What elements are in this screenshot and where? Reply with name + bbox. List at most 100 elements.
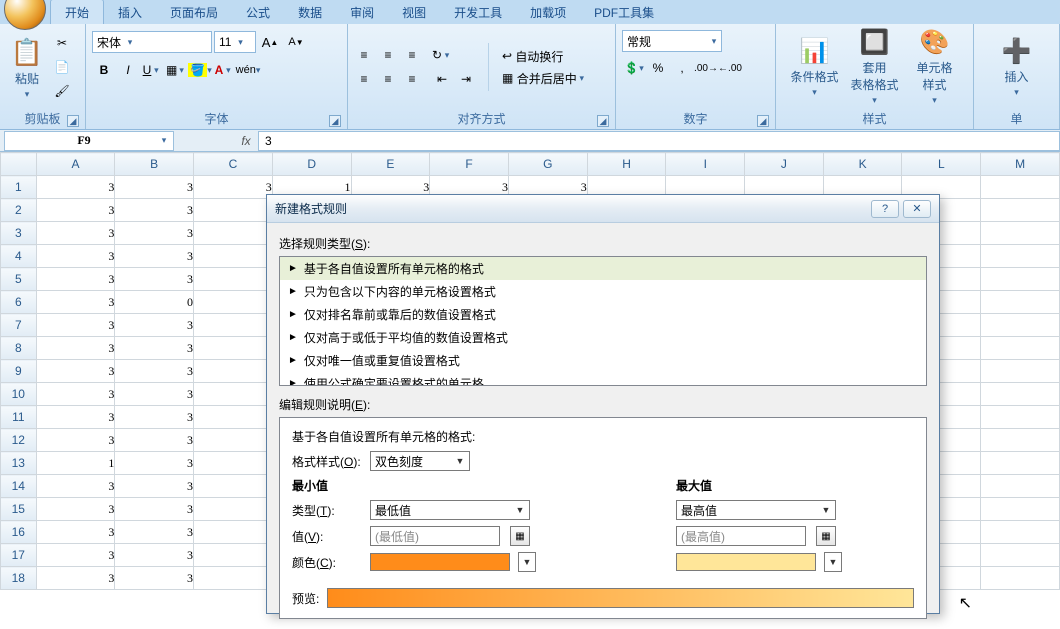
ribbon-tab-3[interactable]: 公式 [232,0,284,24]
col-header-C[interactable]: C [194,153,273,176]
cell[interactable]: 3 [115,337,194,360]
ribbon-tab-5[interactable]: 审阅 [336,0,388,24]
align-top-button[interactable]: ≡ [353,44,375,66]
max-color-swatch[interactable] [676,553,816,571]
cell[interactable]: 3 [36,199,115,222]
percent-button[interactable]: % [647,57,669,79]
merge-center-button[interactable]: ▦ 合并后居中 ▾ [499,67,590,89]
underline-button[interactable]: U▾ [141,59,163,81]
cut-button[interactable]: ✂ [51,32,73,54]
cell[interactable] [981,383,1060,406]
row-header-7[interactable]: 7 [1,314,37,337]
row-header-8[interactable]: 8 [1,337,37,360]
cell[interactable]: 3 [115,245,194,268]
cell[interactable]: 3 [36,360,115,383]
conditional-formatting-button[interactable]: 📊 条件格式 ▾ [787,37,843,98]
cell[interactable] [981,475,1060,498]
align-left-button[interactable]: ≡ [353,68,375,90]
orientation-button[interactable]: ↻▾ [431,44,453,66]
min-color-swatch[interactable] [370,553,510,571]
row-header-9[interactable]: 9 [1,360,37,383]
cell[interactable]: 3 [36,429,115,452]
cell[interactable]: 1 [36,452,115,475]
cell[interactable]: 3 [36,268,115,291]
cell[interactable]: 3 [115,268,194,291]
col-header-I[interactable]: I [666,153,745,176]
cell[interactable]: 3 [36,291,115,314]
formula-input[interactable]: 3 [258,131,1060,151]
cell[interactable] [194,268,273,291]
cell[interactable] [981,544,1060,567]
fx-button[interactable]: fx [234,134,258,148]
border-button[interactable]: ▦▾ [165,59,187,81]
cell[interactable]: 3 [115,199,194,222]
select-all-corner[interactable] [1,153,37,176]
close-button[interactable]: ✕ [903,200,931,218]
cell[interactable] [194,383,273,406]
paste-button[interactable]: 📋 粘贴 ▾ [4,35,50,100]
cell[interactable] [194,360,273,383]
cell[interactable]: 3 [115,360,194,383]
cell[interactable] [194,452,273,475]
min-type-select[interactable]: 最低值 ▼ [370,500,530,520]
wrap-text-button[interactable]: ↩ 自动换行 [499,45,590,67]
cell[interactable] [194,314,273,337]
col-header-A[interactable]: A [36,153,115,176]
name-box[interactable]: F9 ▾ [4,131,174,151]
col-header-M[interactable]: M [981,153,1060,176]
cell[interactable] [981,176,1060,199]
cell[interactable]: 3 [36,314,115,337]
format-as-table-button[interactable]: 🔲 套用 表格格式 ▾ [847,28,903,106]
cell[interactable] [981,360,1060,383]
row-header-4[interactable]: 4 [1,245,37,268]
cell[interactable]: 3 [115,498,194,521]
bold-button[interactable]: B [93,59,115,81]
row-header-1[interactable]: 1 [1,176,37,199]
cell[interactable]: 3 [115,222,194,245]
phonetic-button[interactable]: wén▾ [237,59,259,81]
cell[interactable]: 3 [36,245,115,268]
col-header-K[interactable]: K [823,153,902,176]
cell[interactable]: 3 [115,567,194,590]
cell[interactable]: 3 [115,176,194,199]
cell[interactable] [981,199,1060,222]
copy-button[interactable]: 📄 [51,56,73,78]
dialog-titlebar[interactable]: 新建格式规则 ? ✕ [267,195,939,223]
cell[interactable]: 3 [36,383,115,406]
cell-styles-button[interactable]: 🎨 单元格 样式 ▾ [907,28,963,106]
rule-type-item[interactable]: ►只为包含以下内容的单元格设置格式 [280,280,926,303]
row-header-6[interactable]: 6 [1,291,37,314]
row-header-12[interactable]: 12 [1,429,37,452]
cell[interactable] [194,291,273,314]
min-value-input[interactable]: (最低值) [370,526,500,546]
cell[interactable]: 3 [36,567,115,590]
col-header-L[interactable]: L [902,153,981,176]
cell[interactable]: 3 [36,222,115,245]
cell[interactable] [981,291,1060,314]
increase-decimal-button[interactable]: .00→ [695,57,717,79]
format-painter-button[interactable]: 🖌 [51,80,73,102]
cell[interactable] [981,268,1060,291]
cell[interactable] [194,337,273,360]
col-header-G[interactable]: G [508,153,587,176]
row-header-10[interactable]: 10 [1,383,37,406]
cell[interactable] [981,406,1060,429]
cell[interactable]: 3 [36,498,115,521]
row-header-3[interactable]: 3 [1,222,37,245]
cell[interactable]: 3 [36,176,115,199]
cell[interactable]: 3 [115,544,194,567]
row-header-11[interactable]: 11 [1,406,37,429]
accounting-format-button[interactable]: 💲▾ [623,57,645,79]
help-button[interactable]: ? [871,200,899,218]
cell[interactable] [194,245,273,268]
decrease-font-button[interactable]: A▼ [285,31,307,53]
fill-color-button[interactable]: 🪣▾ [189,59,211,81]
ribbon-tab-7[interactable]: 开发工具 [440,0,516,24]
cell[interactable] [981,314,1060,337]
cell[interactable]: 3 [36,406,115,429]
clipboard-launcher[interactable]: ◢ [67,115,79,127]
cell[interactable] [981,337,1060,360]
cell[interactable] [194,429,273,452]
format-style-select[interactable]: 双色刻度 ▼ [370,451,470,471]
row-header-15[interactable]: 15 [1,498,37,521]
